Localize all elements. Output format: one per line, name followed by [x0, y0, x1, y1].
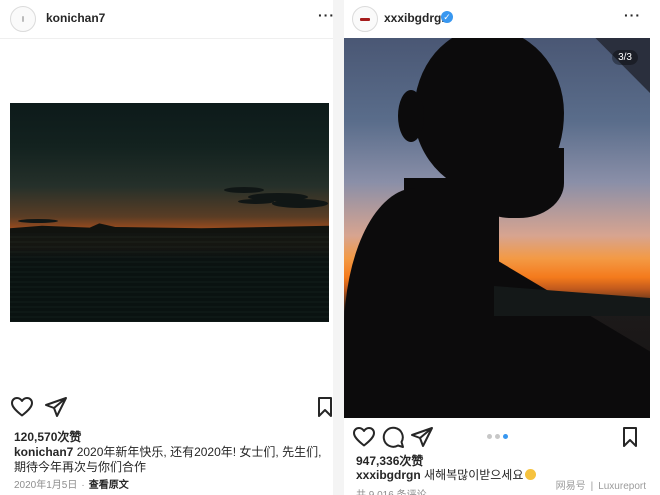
verified-badge-icon: ✓ [441, 11, 453, 23]
right-likes-count[interactable]: 947,336次赞 [356, 452, 423, 469]
left-caption: konichan7 2020年新年快乐, 还有2020年! 女士们, 先生们, … [14, 445, 330, 475]
right-avatar[interactable] [352, 6, 378, 32]
left-post: konichan7 ··· 120,570次赞 konichan7 2020年新… [0, 0, 333, 495]
comment-icon[interactable] [381, 425, 405, 449]
watermark-right: Luxureport [598, 481, 646, 492]
left-post-image[interactable] [10, 103, 329, 322]
slide-counter: 3/3 [612, 50, 638, 65]
left-caption-username[interactable]: konichan7 [14, 445, 73, 459]
right-caption-username[interactable]: xxxibgdrgn [356, 468, 421, 482]
right-post-header: xxxibgdrgn ✓ ··· [344, 0, 650, 36]
watermark-left: 网易号 [555, 481, 586, 492]
bookmark-icon[interactable] [313, 395, 333, 419]
left-likes-count[interactable]: 120,570次赞 [14, 428, 81, 445]
date-separator: · [81, 480, 85, 491]
right-post-image[interactable]: 3/3 [344, 38, 650, 418]
left-username[interactable]: konichan7 [46, 11, 105, 25]
right-username[interactable]: xxxibgdrgn [384, 11, 449, 25]
post-gutter [333, 0, 344, 495]
carousel-indicator [487, 434, 511, 440]
heart-icon[interactable] [352, 425, 376, 449]
right-caption-text: 새해복많이받으세요 [424, 468, 524, 482]
bookmark-icon[interactable] [618, 425, 642, 449]
left-date-row: 2020年1月5日 · 查看原文 [14, 476, 129, 491]
sun-emoji-icon [525, 469, 537, 480]
left-post-date: 2020年1月5日 [14, 480, 78, 491]
left-header-divider [0, 38, 333, 39]
carousel-dot [495, 434, 500, 439]
heart-icon[interactable] [10, 395, 34, 419]
share-icon[interactable] [410, 425, 434, 449]
right-more-options-icon[interactable]: ··· [624, 7, 641, 23]
watermark-separator: | [590, 481, 594, 492]
carousel-dot-active [503, 434, 508, 439]
right-post: xxxibgdrgn ✓ ··· 3/3 947,336次赞 xxxibgdrg… [344, 0, 650, 495]
carousel-dot [487, 434, 492, 439]
left-post-header: konichan7 ··· [0, 0, 333, 36]
right-action-bar [344, 425, 650, 451]
see-original-link[interactable]: 查看原文 [89, 480, 129, 491]
left-action-bar [0, 395, 333, 421]
share-icon[interactable] [44, 395, 68, 419]
watermark: 网易号 | Luxureport [556, 477, 646, 492]
left-avatar[interactable] [10, 6, 36, 32]
left-more-options-icon[interactable]: ··· [318, 7, 333, 23]
view-comments-link[interactable]: 共 9,016 条评论 [356, 486, 427, 495]
